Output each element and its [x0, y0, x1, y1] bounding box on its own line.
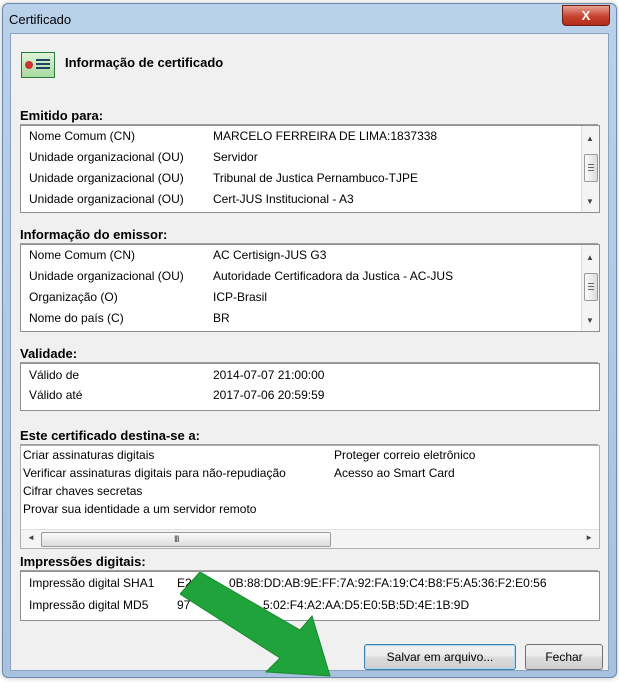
purpose-item: Provar sua identidade a um servidor remo…	[23, 502, 257, 516]
field-value: ICP-Brasil	[213, 290, 268, 304]
scroll-up-icon[interactable]: ▲	[586, 253, 594, 262]
purpose-item: Verificar assinaturas digitais para não-…	[23, 466, 286, 480]
field-value: Cert-JUS Institucional - A3	[213, 192, 354, 206]
scroll-down-icon[interactable]: ▼	[586, 197, 594, 206]
purposes-title: Este certificado destina-se a:	[20, 428, 200, 443]
scroll-down-icon[interactable]: ▼	[586, 316, 594, 325]
certificate-icon	[21, 52, 55, 78]
field-value: Servidor	[213, 150, 258, 164]
field-label: Impressão digital MD5	[29, 598, 149, 612]
scroll-up-icon[interactable]: ▲	[586, 134, 594, 143]
field-label: Unidade organizacional (OU)	[29, 171, 184, 185]
field-label: Nome Comum (CN)	[29, 248, 136, 262]
purpose-item: Proteger correio eletrônico	[334, 448, 476, 462]
field-value: BR	[213, 311, 230, 325]
field-value: 0B:88:DD:AB:9E:FF:7A:92:FA:19:C4:B8:F5:A…	[229, 576, 547, 590]
scroll-thumb[interactable]	[584, 273, 598, 301]
field-value: AC Certisign-JUS G3	[213, 248, 327, 262]
field-label: Válido até	[29, 388, 83, 402]
vertical-scrollbar[interactable]: ▲ ▼	[581, 245, 599, 331]
fingerprints-title: Impressões digitais:	[20, 554, 146, 569]
field-value: 97	[177, 598, 191, 612]
issued-to-title: Emitido para:	[20, 108, 104, 123]
field-label: Nome do país (C)	[29, 311, 124, 325]
vertical-scrollbar[interactable]: ▲ ▼	[581, 126, 599, 212]
certificate-window: Certificado X Informação de certificado …	[2, 3, 617, 678]
field-label: Válido de	[29, 368, 80, 382]
close-icon: X	[581, 8, 591, 23]
field-label: Unidade organizacional (OU)	[29, 192, 184, 206]
validity-list: Válido de 2014-07-07 21:00:00 Válido até…	[20, 363, 600, 411]
field-value: 2017-07-06 20:59:59	[213, 388, 325, 402]
dialog-heading: Informação de certificado	[65, 55, 224, 70]
scroll-right-icon[interactable]: ►	[585, 533, 593, 542]
validity-title: Validade:	[20, 346, 78, 361]
issued-to-list[interactable]: Nome Comum (CN) MARCELO FERREIRA DE LIMA…	[20, 125, 600, 213]
field-label: Impressão digital SHA1	[29, 576, 155, 590]
scroll-grip: III	[174, 534, 179, 544]
field-value: E2:0	[177, 576, 202, 590]
field-value: Tribunal de Justica Pernambuco-TJPE	[213, 171, 418, 185]
field-value: 2014-07-07 21:00:00	[213, 368, 325, 382]
horizontal-scrollbar[interactable]: ◄ III ►	[21, 529, 599, 548]
purpose-item: Criar assinaturas digitais	[23, 448, 155, 462]
scroll-thumb[interactable]	[584, 154, 598, 182]
purposes-list[interactable]: Criar assinaturas digitais Verificar ass…	[20, 445, 600, 549]
scroll-thumb[interactable]: III	[41, 532, 331, 547]
title-bar[interactable]: Certificado X	[3, 4, 616, 34]
window-title: Certificado	[9, 12, 72, 27]
field-value: Autoridade Certificadora da Justica - AC…	[213, 269, 454, 283]
field-label: Unidade organizacional (OU)	[29, 150, 184, 164]
issuer-title: Informação do emissor:	[20, 227, 168, 242]
field-value: MARCELO FERREIRA DE LIMA:1837338	[213, 129, 438, 143]
purpose-item: Cifrar chaves secretas	[23, 484, 143, 498]
scroll-left-icon[interactable]: ◄	[27, 533, 35, 542]
close-button[interactable]: Fechar	[525, 644, 603, 670]
field-value: 5:02:F4:A2:AA:D5:E0:5B:5D:4E:1B:9D	[263, 598, 470, 612]
fingerprints-list: Impressão digital SHA1 E2:0 0B:88:DD:AB:…	[20, 571, 600, 621]
field-label: Unidade organizacional (OU)	[29, 269, 184, 283]
purpose-item: Acesso ao Smart Card	[334, 466, 455, 480]
field-label: Organização (O)	[29, 290, 118, 304]
close-window-button[interactable]: X	[562, 5, 610, 26]
dialog-body: Informação de certificado Emitido para: …	[10, 33, 609, 671]
save-to-file-button[interactable]: Salvar em arquivo...	[364, 644, 516, 670]
issuer-list[interactable]: Nome Comum (CN) AC Certisign-JUS G3 Unid…	[20, 244, 600, 332]
field-label: Nome Comum (CN)	[29, 129, 136, 143]
